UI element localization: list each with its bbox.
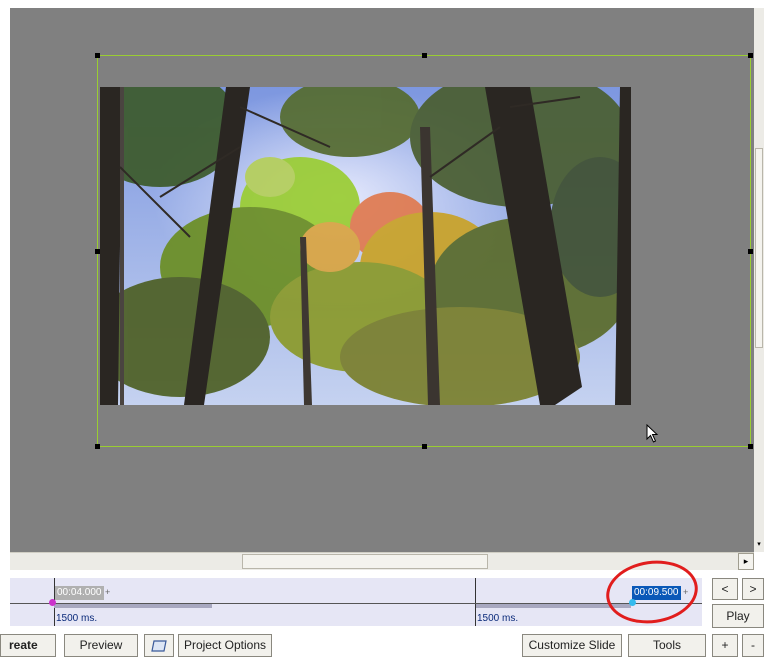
- transition-duration-label: 1500 ms.: [56, 613, 98, 624]
- preview-button[interactable]: Preview: [64, 634, 138, 657]
- resize-handle-bottom-left[interactable]: [95, 444, 100, 449]
- zoom-in-button[interactable]: +: [712, 634, 738, 657]
- play-button[interactable]: Play: [712, 604, 764, 628]
- vertical-scroll-thumb[interactable]: [755, 148, 763, 348]
- zoom-out-button[interactable]: -: [742, 634, 764, 657]
- vertical-scrollbar[interactable]: ▾: [754, 8, 764, 552]
- slide-marker[interactable]: [475, 578, 476, 626]
- create-button[interactable]: reate: [0, 634, 56, 657]
- resize-handle-bottom-right[interactable]: [748, 444, 753, 449]
- resize-handle-top[interactable]: [422, 53, 427, 58]
- horizontal-scroll-thumb[interactable]: [242, 554, 488, 569]
- project-options-button[interactable]: Project Options: [178, 634, 272, 657]
- forest-photo[interactable]: [100, 87, 631, 405]
- keyframe-dot[interactable]: [49, 599, 56, 606]
- customize-slide-button[interactable]: Customize Slide: [522, 634, 622, 657]
- scroll-down-icon[interactable]: ▾: [754, 538, 764, 552]
- tools-button[interactable]: Tools: [628, 634, 706, 657]
- resize-handle-right[interactable]: [748, 249, 753, 254]
- slide-time-label[interactable]: 00:04.000: [55, 586, 104, 600]
- previous-slide-button[interactable]: <: [712, 578, 738, 600]
- transition-bar[interactable]: [54, 604, 212, 608]
- transition-duration-label: 1500 ms.: [477, 613, 519, 624]
- publish-disc-button[interactable]: [144, 634, 174, 657]
- add-time-icon[interactable]: +: [105, 587, 110, 597]
- mouse-pointer-icon: [646, 424, 659, 443]
- resize-handle-bottom[interactable]: [422, 444, 427, 449]
- resize-handle-top-right[interactable]: [748, 53, 753, 58]
- disc-case-icon: [151, 640, 167, 652]
- resize-handle-top-left[interactable]: [95, 53, 100, 58]
- next-slide-button[interactable]: >: [742, 578, 764, 600]
- scroll-right-icon[interactable]: ▸: [738, 553, 754, 570]
- slide-timeline[interactable]: 00:04.000 + 1500 ms. 1500 ms. 00:09.500 …: [10, 578, 702, 626]
